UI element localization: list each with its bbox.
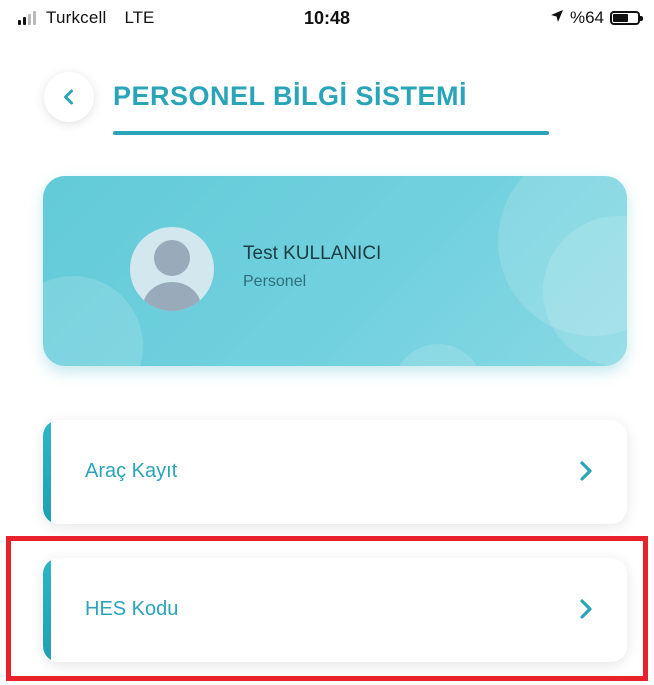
- menu-item-accent: [43, 558, 51, 662]
- menu-item-label: HES Kodu: [85, 598, 179, 620]
- title-underline: [113, 131, 549, 135]
- chevron-left-icon: [64, 89, 73, 105]
- menu-item-hes-kodu[interactable]: HES Kodu: [43, 558, 627, 662]
- status-bar: Turkcell LTE 10:48 %64: [0, 0, 654, 40]
- back-button[interactable]: [44, 72, 94, 122]
- status-right: %64: [550, 8, 643, 28]
- menu-item-accent: [43, 420, 51, 524]
- network-type: LTE: [124, 8, 155, 27]
- chevron-right-icon: [580, 599, 592, 619]
- user-role: Personel: [243, 273, 307, 290]
- profile-card: Test KULLANICI Personel: [43, 176, 627, 366]
- signal-strength-icon: [18, 11, 36, 25]
- decorative-bubble: [393, 344, 483, 366]
- menu-item-arac-kayit[interactable]: Araç Kayıt: [43, 420, 627, 524]
- status-left: Turkcell LTE: [18, 8, 154, 28]
- user-avatar-icon: [130, 227, 214, 311]
- carrier-name: Turkcell: [46, 8, 107, 27]
- location-arrow-icon: [550, 9, 564, 27]
- menu-item-label: Araç Kayıt: [85, 460, 178, 482]
- battery-percentage: %64: [569, 8, 604, 27]
- page-title: PERSONEL BİLGİ SİSTEMİ: [113, 81, 468, 111]
- battery-level: [613, 14, 629, 22]
- battery-icon: [610, 11, 643, 25]
- chevron-right-icon: [580, 461, 592, 481]
- decorative-bubble: [43, 276, 143, 366]
- user-name: Test KULLANICI: [243, 243, 382, 264]
